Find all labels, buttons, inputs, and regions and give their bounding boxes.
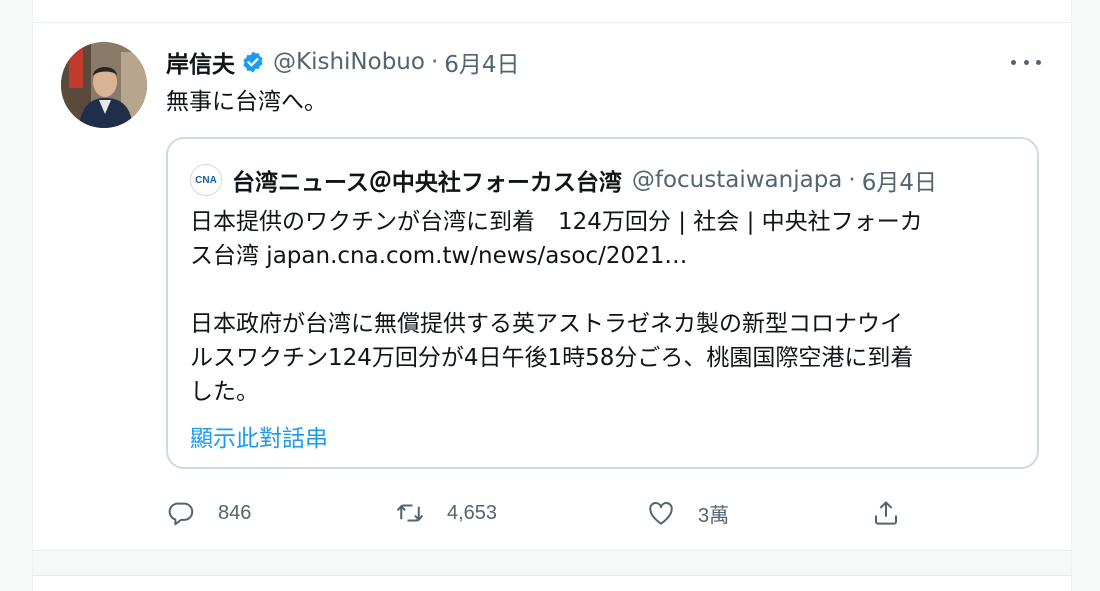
dot [1023, 59, 1029, 65]
quoted-tweet-card[interactable]: CNA 台湾ニュース＠中央社フォーカス台湾 @focustaiwanjapa ·… [166, 137, 1039, 469]
more-options-icon[interactable] [1011, 52, 1041, 72]
quoted-separator: · [848, 167, 856, 193]
retweet-button[interactable]: 4,653 [395, 496, 497, 530]
quoted-date: 6月4日 [861, 170, 937, 196]
dot [1036, 59, 1041, 65]
timeline-column: 岸信夫 @KishiNobuo · 6月4日 無事に台湾へ。 CNA 台湾ニュー… [32, 0, 1072, 591]
quoted-tweet-text: 日本提供のワクチンが台湾に到着 124万回分 | 社会 | 中央社フォーカ ス台… [190, 205, 1020, 409]
quoted-tweet-header: CNA 台湾ニュース＠中央社フォーカス台湾 @focustaiwanjapa ·… [190, 163, 937, 197]
tweet-date[interactable]: 6月4日 [444, 45, 519, 79]
display-name[interactable]: 岸信夫 [166, 45, 235, 79]
show-thread-link[interactable]: 顯示此對話串 [190, 419, 328, 453]
verified-badge-icon [241, 50, 265, 74]
reply-count: 846 [218, 501, 252, 524]
heart-icon [649, 502, 673, 525]
avatar[interactable] [61, 42, 147, 128]
quoted-text-line [190, 273, 1020, 307]
profile-photo [61, 42, 147, 128]
share-icon [875, 501, 897, 525]
reply-icon [168, 502, 194, 526]
quoted-text-line: ス台湾 japan.cna.com.tw/news/asoc/2021… [190, 243, 688, 269]
tweet-text: 無事に台湾へ。 [166, 89, 327, 115]
page-background: 岸信夫 @KishiNobuo · 6月4日 無事に台湾へ。 CNA 台湾ニュー… [0, 0, 1100, 591]
like-count: 3萬 [698, 504, 730, 527]
tweet-actions: 846 4,653 3萬 [33, 496, 1071, 530]
quoted-text-line: 日本提供のワクチンが台湾に到着 124万回分 | 社会 | 中央社フォーカ [190, 209, 923, 235]
quoted-text-line: 日本政府が台湾に無償提供する英アストラゼネカ製の新型コロナウイ [190, 311, 903, 337]
dot [1011, 59, 1016, 65]
header-separator: · [430, 49, 439, 75]
quoted-handle: @focustaiwanjapa [631, 167, 843, 193]
tweet-header: 岸信夫 @KishiNobuo · 6月4日 [166, 45, 520, 79]
divider [33, 22, 1071, 23]
retweet-icon [396, 504, 424, 522]
tweet-separator [33, 550, 1071, 576]
cna-logo-icon: CNA [195, 174, 217, 186]
retweet-count: 4,653 [447, 501, 498, 524]
quoted-text-line: ルスワクチン124万回分が4日午後1時58分ごろ、桃園国際空港に到着 [190, 345, 914, 371]
quoted-display-name: 台湾ニュース＠中央社フォーカス台湾 [232, 170, 622, 196]
share-button[interactable] [871, 496, 901, 530]
reply-button[interactable]: 846 [166, 496, 251, 530]
user-handle[interactable]: @KishiNobuo [273, 49, 425, 75]
like-button[interactable]: 3萬 [646, 496, 729, 530]
quoted-text-line: した。 [190, 379, 259, 405]
quoted-avatar: CNA [190, 164, 222, 196]
